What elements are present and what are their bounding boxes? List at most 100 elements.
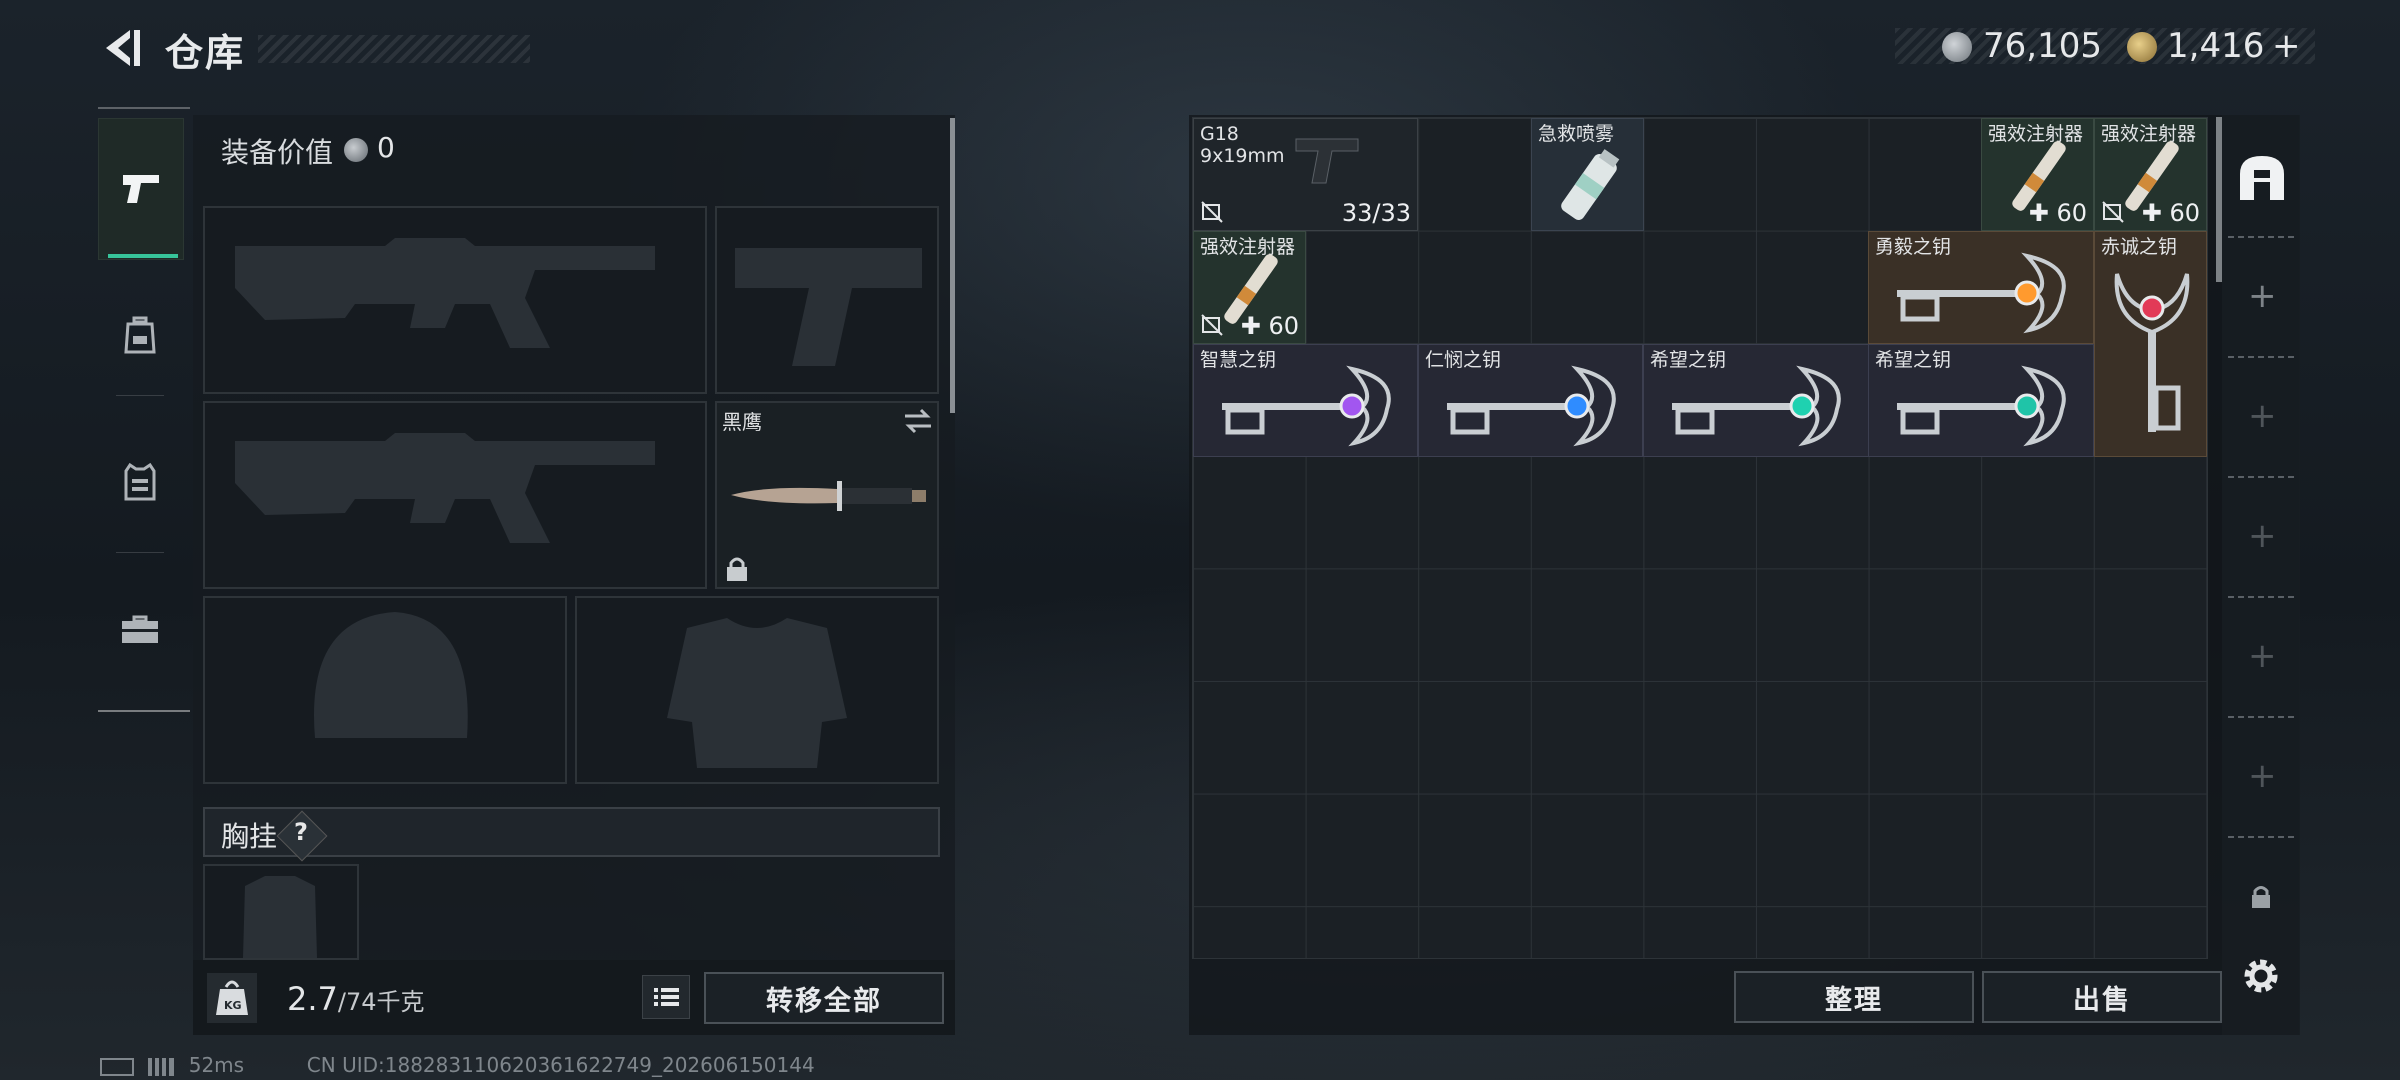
knife-icon: [731, 481, 926, 511]
add-page-button[interactable]: +: [2248, 516, 2277, 556]
chest-rig-silhouette-icon: [243, 876, 317, 958]
primary-weapon-slot[interactable]: [203, 206, 707, 394]
player-uid: CN UID:1882831106203616​22749_2026061501…: [306, 1053, 815, 1077]
melee-name: 黑鹰: [722, 410, 762, 434]
stash-item-key-hope[interactable]: 希望之钥: [1868, 344, 2094, 457]
add-page-button[interactable]: +: [2248, 756, 2277, 796]
page-separator: [2228, 236, 2294, 238]
stash-item-key-hope[interactable]: 希望之钥: [1643, 344, 1869, 457]
pistol-icon: [1295, 138, 1359, 184]
page-title: 仓库: [165, 31, 246, 75]
page-separator: [2228, 596, 2294, 598]
lock-icon: [727, 557, 747, 581]
stash-item-key-wisdom[interactable]: 智慧之钥: [1193, 344, 1418, 457]
tab-backpack[interactable]: [98, 291, 182, 379]
key-icon: [1672, 365, 1841, 447]
helmet-silhouette-icon: [314, 612, 468, 738]
tabs-top-line: [98, 107, 190, 109]
armor-slot[interactable]: [575, 596, 939, 784]
pistol-silhouette-icon: [735, 248, 922, 366]
weight-current: 2.7: [287, 980, 338, 1018]
signal-icon: [148, 1057, 175, 1076]
briefcase-icon: [122, 615, 158, 643]
gold-currency-value: 1,416: [2167, 26, 2265, 66]
weight-icon: KG: [207, 973, 257, 1023]
stash-item-key-mercy[interactable]: 仁悯之钥: [1418, 344, 1643, 457]
stash-grid[interactable]: G18 9x19mm 33/33 急救喷雾 强效注射器 ✚ 60 强效注射器 ✚ …: [1192, 117, 2208, 959]
swap-icon[interactable]: [903, 407, 933, 435]
key-icon: [1897, 365, 2066, 447]
transfer-all-button[interactable]: 转移全部: [704, 972, 944, 1024]
stash-item-first-aid-spray[interactable]: 急救喷雾: [1531, 118, 1644, 231]
primary-weapon-slot-2[interactable]: [203, 401, 707, 589]
tab-separator: [116, 552, 164, 553]
back-arrow-icon[interactable]: [96, 24, 144, 72]
no-sell-icon: [2102, 201, 2124, 223]
list-icon: [654, 988, 679, 1006]
add-page-button[interactable]: +: [2248, 396, 2277, 436]
page-separator: [2228, 476, 2294, 478]
item-quantity: ✚ 60: [1240, 312, 1299, 340]
chest-rig-label: 胸挂: [221, 820, 278, 853]
no-sell-icon: [1201, 314, 1223, 336]
no-sell-icon: [1201, 201, 1223, 223]
item-quantity: ✚ 60: [2028, 199, 2087, 227]
armor-silhouette-icon: [667, 618, 847, 768]
stash-item-key-sincerity[interactable]: 赤诚之钥: [2094, 231, 2207, 457]
help-icon-text: ?: [294, 818, 308, 846]
rifle-silhouette-icon: [235, 238, 655, 348]
add-currency-button[interactable]: +: [2272, 26, 2301, 66]
rifle-silhouette-icon: [235, 433, 655, 543]
silver-currency-value: 76,105: [1983, 26, 2102, 66]
stash-item-g18[interactable]: G18 9x19mm 33/33: [1193, 118, 1418, 231]
page-separator: [2228, 716, 2294, 718]
item-quantity: 33/33: [1341, 199, 1411, 227]
tab-weapon[interactable]: [98, 118, 184, 260]
tab-separator: [116, 395, 164, 396]
item-name: 急救喷雾: [1538, 123, 1615, 145]
stash-item-injector[interactable]: 强效注射器 ✚ 60: [2094, 118, 2207, 231]
tab-vest[interactable]: [98, 438, 182, 526]
gold-coin-icon: [2127, 32, 2157, 62]
battery-icon: [100, 1057, 134, 1076]
item-quantity: ✚ 60: [2141, 199, 2200, 227]
silver-coin-icon: [1942, 32, 1972, 62]
lock-icon: [2252, 886, 2270, 908]
item-name: 赤诚之钥: [2101, 236, 2178, 258]
settings-gear-icon[interactable]: [2238, 953, 2284, 999]
secondary-weapon-slot[interactable]: [715, 206, 939, 394]
key-icon: [2114, 273, 2190, 432]
add-page-button[interactable]: +: [2248, 276, 2277, 316]
carry-weight: 2.7/74千克: [287, 980, 425, 1018]
list-view-button[interactable]: [642, 975, 690, 1019]
sell-button[interactable]: 出售: [1982, 971, 2222, 1023]
loadout-scrollbar[interactable]: [950, 118, 955, 413]
status-bar: 52ms CN UID:1882831106203616​22749_20260…: [100, 1053, 815, 1077]
silver-coin-icon: [344, 138, 368, 162]
helmet-slot[interactable]: [203, 596, 567, 784]
add-page-button[interactable]: +: [2248, 636, 2277, 676]
equipment-value-label: 装备价值: [221, 136, 334, 169]
vest-icon: [124, 462, 156, 501]
key-icon: [1897, 252, 2066, 334]
pistol-icon: [123, 175, 159, 203]
ping-value: 52ms: [188, 1053, 245, 1077]
title-decoration: [258, 35, 530, 63]
stash-item-injector[interactable]: 强效注射器 ✚ 60: [1193, 231, 1306, 344]
active-tab-indicator: [108, 254, 178, 258]
spray-can-icon: [1561, 149, 1620, 220]
stash-item-key-courage[interactable]: 勇毅之钥: [1868, 231, 2094, 344]
backpack-icon: [124, 316, 156, 354]
key-icon: [1447, 365, 1616, 447]
svg-text:KG: KG: [224, 999, 242, 1012]
item-name: G18 9x19mm: [1200, 123, 1285, 167]
key-icon: [1222, 365, 1391, 447]
stash-item-injector[interactable]: 强效注射器 ✚ 60: [1981, 118, 2094, 231]
page-separator: [2228, 836, 2294, 838]
tabs-bottom-line: [98, 710, 190, 712]
chest-rig-slot[interactable]: [203, 864, 359, 960]
sort-button[interactable]: 整理: [1734, 971, 1974, 1023]
stash-home-icon[interactable]: [2236, 152, 2288, 204]
tab-case[interactable]: [98, 585, 182, 673]
weight-max: /74千克: [337, 988, 425, 1016]
